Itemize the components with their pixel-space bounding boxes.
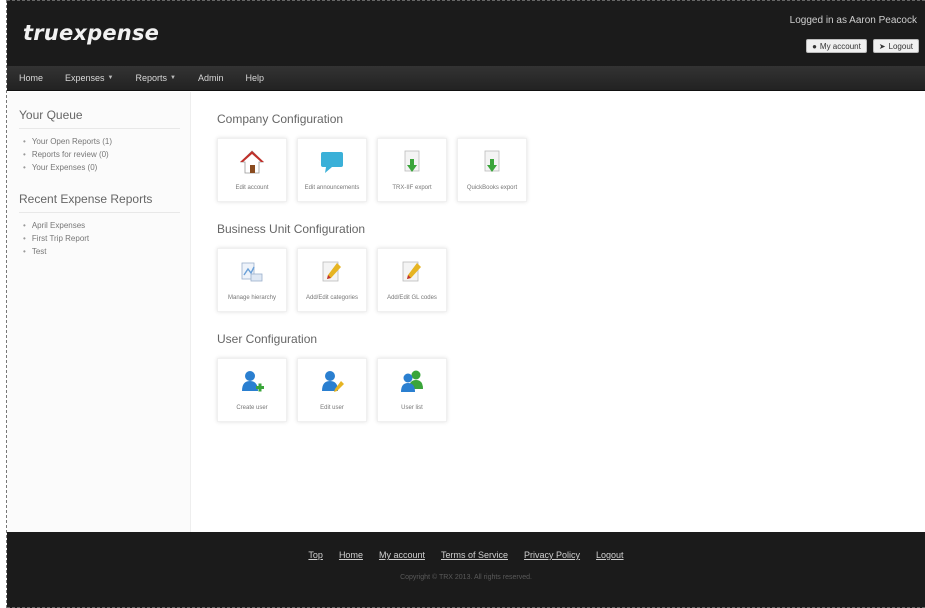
footer-link-logout[interactable]: Logout [596, 550, 624, 560]
footer: Top Home My account Terms of Service Pri… [7, 532, 925, 608]
footer-link-top[interactable]: Top [308, 550, 323, 560]
tile-label: QuickBooks export [466, 185, 518, 191]
tile-label: Edit account [235, 185, 269, 191]
nav-reports[interactable]: Reports ▼ [136, 73, 176, 83]
bullet-icon: • [23, 137, 26, 146]
footer-links: Top Home My account Terms of Service Pri… [7, 550, 925, 560]
footer-link-my-account[interactable]: My account [379, 550, 425, 560]
create-user-tile[interactable]: Create user [217, 358, 287, 422]
tile-label: TRX-IIF export [392, 185, 432, 191]
edit-user-icon [322, 371, 344, 392]
edit-announcements-tile[interactable]: Edit announcements [297, 138, 367, 202]
copyright-text: Copyright © TRX 2013. All rights reserve… [400, 574, 532, 581]
bullet-icon: • [23, 163, 26, 172]
queue-list: • Your Open Reports (1) • Reports for revi… [19, 135, 180, 174]
queue-item[interactable]: • Your Expenses (0) [19, 161, 180, 174]
recent-report-label: Test [31, 247, 47, 256]
my-account-button[interactable]: ● My account [806, 39, 867, 53]
recent-report-label: April Expenses [31, 221, 86, 230]
recent-reports-list: • April Expenses • First Trip Report • Test [19, 219, 180, 258]
edit-account-tile[interactable]: Edit account [217, 138, 287, 202]
queue-heading: Your Queue [19, 108, 180, 129]
edit-document-icon [402, 261, 421, 282]
main-content: Company Configuration Edit account Edit … [217, 92, 917, 422]
tile-label: Add/Edit GL codes [387, 295, 437, 301]
recent-report-item[interactable]: • April Expenses [19, 219, 180, 232]
nav-admin[interactable]: Admin [198, 73, 224, 83]
manage-hierarchy-tile[interactable]: Manage hierarchy [217, 248, 287, 312]
queue-item-label: Your Open Reports (1) [31, 137, 113, 146]
edit-gl-codes-tile[interactable]: Add/Edit GL codes [377, 248, 447, 312]
logo[interactable]: truexpense [23, 21, 159, 45]
queue-item[interactable]: • Reports for review (0) [19, 148, 180, 161]
quickbooks-export-tile[interactable]: QuickBooks export [457, 138, 527, 202]
tile-label: User list [401, 405, 423, 411]
company-config-tiles: Edit account Edit announcements TRX-IIF … [217, 138, 917, 202]
queue-item-label: Reports for review (0) [31, 150, 109, 159]
page: truexpense Logged in as Aaron Peacock ● … [6, 0, 925, 608]
business-unit-config-heading: Business Unit Configuration [217, 222, 366, 236]
recent-report-item[interactable]: • Test [19, 245, 180, 258]
header: truexpense Logged in as Aaron Peacock ● … [7, 0, 925, 66]
recent-reports-heading: Recent Expense Reports [19, 192, 180, 213]
nav-home-label: Home [19, 73, 44, 83]
queue-item-label: Your Expenses (0) [31, 163, 98, 172]
user-config-heading: User Configuration [217, 332, 318, 346]
bullet-icon: • [23, 247, 26, 256]
user-config-tiles: Create user Edit user User list [217, 358, 917, 422]
user-icon: ● [812, 41, 817, 51]
tile-label: Edit announcements [304, 185, 360, 191]
footer-link-privacy[interactable]: Privacy Policy [524, 550, 580, 560]
bullet-icon: • [23, 221, 26, 230]
trx-iif-export-tile[interactable]: TRX-IIF export [377, 138, 447, 202]
tile-label: Create user [236, 405, 268, 411]
chevron-down-icon: ▼ [170, 75, 176, 81]
nav-admin-label: Admin [197, 73, 224, 83]
nav-home[interactable]: Home [19, 73, 43, 83]
hierarchy-icon [241, 262, 263, 282]
navbar: Home Expenses ▼ Reports ▼ Admin Help [7, 66, 925, 91]
tile-label: Edit user [320, 405, 344, 411]
queue-item[interactable]: • Your Open Reports (1) [19, 135, 180, 148]
nav-expenses-label: Expenses [65, 73, 105, 83]
nav-reports-label: Reports [135, 73, 168, 83]
add-user-icon [242, 371, 264, 392]
logout-label: Logout [888, 41, 913, 51]
my-account-label: My account [819, 41, 861, 51]
footer-link-terms[interactable]: Terms of Service [441, 550, 508, 560]
sidebar: Your Queue • Your Open Reports (1) • Repor… [7, 92, 191, 532]
edit-categories-tile[interactable]: Add/Edit categories [297, 248, 367, 312]
chevron-down-icon: ▼ [107, 75, 114, 81]
header-buttons: ● My account ➤ Logout [806, 39, 919, 53]
user-list-tile[interactable]: User list [377, 358, 447, 422]
business-unit-config-tiles: Manage hierarchy Add/Edit categories Add… [217, 248, 917, 312]
logout-icon: ➤ [878, 41, 886, 51]
tile-label: Add/Edit categories [305, 295, 359, 301]
bullet-icon: • [23, 150, 26, 159]
tile-label: Manage hierarchy [227, 295, 277, 301]
nav-expenses[interactable]: Expenses ▼ [65, 73, 113, 83]
logged-in-text: Logged in as Aaron Peacock [789, 15, 917, 26]
recent-report-label: First Trip Report [31, 234, 90, 243]
logout-button[interactable]: ➤ Logout [872, 39, 919, 53]
nav-help-label: Help [245, 73, 264, 83]
nav-help[interactable]: Help [245, 73, 264, 83]
edit-document-icon [322, 261, 341, 282]
footer-link-home[interactable]: Home [339, 550, 363, 560]
house-icon [240, 150, 264, 174]
download-document-icon [404, 150, 420, 172]
company-config-heading: Company Configuration [217, 112, 344, 126]
recent-report-item[interactable]: • First Trip Report [19, 232, 180, 245]
edit-user-tile[interactable]: Edit user [297, 358, 367, 422]
users-icon [401, 370, 423, 392]
download-document-icon [484, 150, 500, 172]
speech-bubble-icon [321, 152, 343, 173]
bullet-icon: • [23, 234, 26, 243]
